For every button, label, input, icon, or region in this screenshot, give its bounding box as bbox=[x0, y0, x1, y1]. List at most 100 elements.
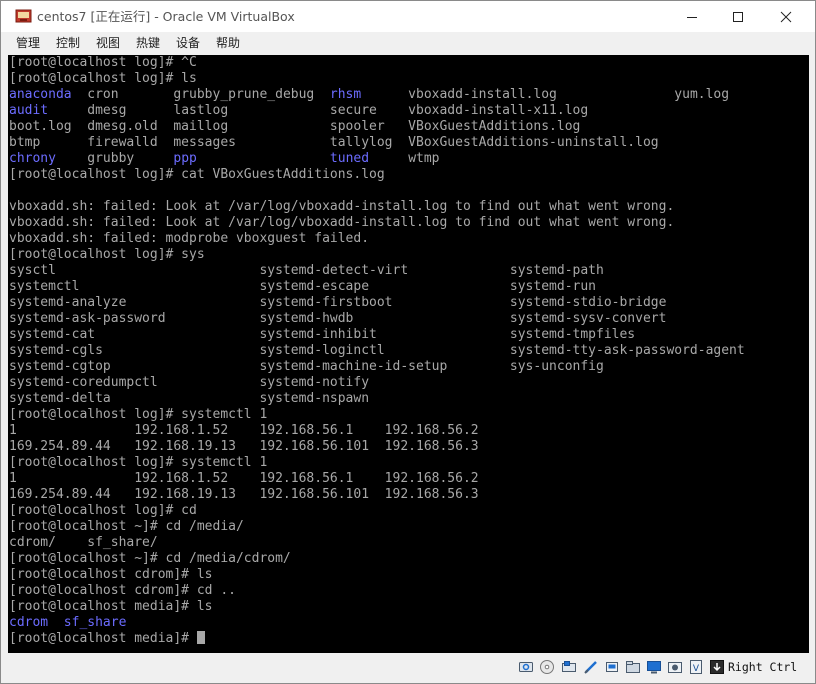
terminal-line: [root@localhost ~]# cd /media/cdrom/ bbox=[9, 551, 291, 567]
directory-name: rhsm bbox=[329, 87, 362, 102]
network-icon[interactable] bbox=[583, 659, 599, 675]
maximize-button[interactable] bbox=[715, 1, 761, 32]
terminal-text: systemd-analyze systemd-firstboot system… bbox=[9, 295, 667, 310]
terminal-text: sysctl systemd-detect-virt systemd-path bbox=[9, 263, 604, 278]
directory-name: anaconda bbox=[9, 87, 72, 102]
terminal-cursor bbox=[196, 631, 205, 644]
terminal-text: wtmp bbox=[369, 151, 440, 166]
terminal-text: 169.254.89.44 192.168.19.13 192.168.56.1… bbox=[9, 439, 479, 454]
terminal-text: [root@localhost log]# cd bbox=[9, 503, 197, 518]
terminal-line: [root@localhost ~]# cd /media/ bbox=[9, 519, 244, 535]
vm-console-terminal[interactable]: [root@localhost log]# ^C [root@localhost … bbox=[8, 55, 809, 653]
terminal-text: [root@localhost log]# cat VBoxGuestAddit… bbox=[9, 167, 385, 182]
optical-drive-icon[interactable] bbox=[539, 659, 555, 675]
directory-name: cdrom bbox=[9, 615, 49, 630]
terminal-text: systemd-ask-password systemd-hwdb system… bbox=[9, 311, 667, 326]
menu-control[interactable]: 控制 bbox=[56, 32, 80, 54]
menu-view[interactable]: 视图 bbox=[96, 32, 120, 54]
terminal-line: audit dmesg lastlog secure vboxadd-insta… bbox=[9, 103, 588, 119]
keyboard-icon[interactable] bbox=[709, 659, 725, 675]
terminal-line: [root@localhost media]# ls bbox=[9, 599, 213, 615]
terminal-line: btmp firewalld messages tallylog VBoxGue… bbox=[9, 135, 659, 151]
terminal-text: cron grubby_prune_debug bbox=[71, 87, 330, 102]
terminal-line: anaconda cron grubby_prune_debug rhsm vb… bbox=[9, 87, 729, 103]
terminal-line: [root@localhost log]# ^C bbox=[9, 55, 197, 71]
terminal-text: [root@localhost cdrom]# cd .. bbox=[9, 583, 236, 598]
host-key-label: Right Ctrl bbox=[728, 660, 798, 674]
terminal-text: vboxadd.sh: failed: Look at /var/log/vbo… bbox=[9, 199, 675, 214]
terminal-line: systemd-ask-password systemd-hwdb system… bbox=[9, 311, 666, 327]
terminal-line: [root@localhost cdrom]# cd .. bbox=[9, 583, 236, 599]
shared-folders-icon[interactable] bbox=[625, 659, 641, 675]
terminal-line: [root@localhost log]# ls bbox=[9, 71, 197, 87]
terminal-text: vboxadd-install.log yum.log bbox=[361, 87, 730, 102]
terminal-text: grubby bbox=[55, 151, 174, 166]
terminal-line: [root@localhost media]# bbox=[9, 631, 205, 647]
terminal-line: [root@localhost log]# cat VBoxGuestAddit… bbox=[9, 167, 385, 183]
terminal-text: vboxadd.sh: failed: modprobe vboxguest f… bbox=[9, 231, 370, 246]
terminal-line: systemd-cgtop systemd-machine-id-setup s… bbox=[9, 359, 604, 375]
minimize-icon bbox=[687, 16, 697, 18]
audio-icon[interactable] bbox=[561, 659, 577, 675]
terminal-line: [root@localhost log]# cd bbox=[9, 503, 197, 519]
terminal-text: boot.log dmesg.old maillog spooler VBoxG… bbox=[9, 119, 581, 134]
terminal-text: cdrom/ sf_share/ bbox=[9, 535, 158, 550]
recording-icon[interactable] bbox=[667, 659, 683, 675]
terminal-text: dmesg lastlog secure vboxadd-install-x11… bbox=[48, 103, 589, 118]
terminal-line: [root@localhost log]# systemctl 1 bbox=[9, 407, 267, 423]
terminal-text: vboxadd.sh: failed: Look at /var/log/vbo… bbox=[9, 215, 675, 230]
directory-name: tuned bbox=[329, 151, 370, 166]
directory-name: ppp bbox=[173, 151, 197, 166]
terminal-line: systemd-coredumpctl systemd-notify bbox=[9, 375, 369, 391]
terminal-line: cdrom sf_share bbox=[9, 615, 126, 631]
terminal-line: systemctl systemd-escape systemd-run bbox=[9, 279, 596, 295]
terminal-line: systemd-analyze systemd-firstboot system… bbox=[9, 295, 666, 311]
svg-text:V: V bbox=[693, 664, 700, 674]
terminal-line: 169.254.89.44 192.168.19.13 192.168.56.1… bbox=[9, 439, 479, 455]
terminal-line: cdrom/ sf_share/ bbox=[9, 535, 158, 551]
close-icon bbox=[780, 11, 792, 22]
close-button[interactable] bbox=[763, 1, 809, 32]
terminal-line: boot.log dmesg.old maillog spooler VBoxG… bbox=[9, 119, 580, 135]
terminal-text: systemd-cgls systemd-loginctl systemd-tt… bbox=[9, 343, 745, 358]
terminal-line: 1 192.168.1.52 192.168.56.1 192.168.56.2 bbox=[9, 423, 479, 439]
terminal-text: [root@localhost log]# systemctl 1 bbox=[9, 407, 268, 422]
terminal-text: systemd-delta systemd-nspawn bbox=[9, 391, 370, 406]
terminal-text: systemd-cgtop systemd-machine-id-setup s… bbox=[9, 359, 604, 374]
terminal-text: systemd-cat systemd-inhibit systemd-tmpf… bbox=[9, 327, 636, 342]
terminal-line: sysctl systemd-detect-virt systemd-path bbox=[9, 263, 604, 279]
usb-icon[interactable] bbox=[604, 659, 620, 675]
directory-name: audit bbox=[9, 103, 49, 118]
terminal-text: systemd-coredumpctl systemd-notify bbox=[9, 375, 370, 390]
capture-icon[interactable]: V bbox=[688, 659, 704, 675]
status-bar: V Right Ctrl bbox=[1, 654, 815, 683]
terminal-line: chrony grubby ppp tuned wtmp bbox=[9, 151, 440, 167]
terminal-text: systemctl systemd-escape systemd-run bbox=[9, 279, 596, 294]
virtualbox-app-icon bbox=[15, 9, 32, 23]
title-bar[interactable]: centos7 [正在运行] - Oracle VM VirtualBox bbox=[1, 1, 815, 32]
terminal-line: [root@localhost cdrom]# ls bbox=[9, 567, 213, 583]
hard-disk-icon[interactable] bbox=[518, 659, 534, 675]
menu-help[interactable]: 帮助 bbox=[216, 32, 240, 54]
terminal-line: systemd-delta systemd-nspawn bbox=[9, 391, 369, 407]
terminal-text: [root@localhost log]# ^C bbox=[9, 55, 197, 70]
terminal-text: [root@localhost media]# bbox=[9, 631, 197, 646]
maximize-icon bbox=[733, 11, 743, 22]
menu-devices[interactable]: 设备 bbox=[176, 32, 200, 54]
terminal-text: 1 192.168.1.52 192.168.56.1 192.168.56.2 bbox=[9, 471, 479, 486]
virtualbox-window: centos7 [正在运行] - Oracle VM VirtualBox 管理… bbox=[0, 0, 816, 684]
terminal-line: [root@localhost log]# systemctl 1 bbox=[9, 455, 267, 471]
terminal-text: [root@localhost log]# systemctl 1 bbox=[9, 455, 268, 470]
terminal-line: vboxadd.sh: failed: Look at /var/log/vbo… bbox=[9, 199, 674, 215]
terminal-line: 169.254.89.44 192.168.19.13 192.168.56.1… bbox=[9, 487, 479, 503]
minimize-button[interactable] bbox=[669, 1, 715, 32]
menu-manage[interactable]: 管理 bbox=[16, 32, 40, 54]
menu-bar: 管理 控制 视图 热键 设备 帮助 bbox=[1, 32, 815, 54]
terminal-line: 1 192.168.1.52 192.168.56.1 192.168.56.2 bbox=[9, 471, 479, 487]
terminal-line: [root@localhost log]# sys bbox=[9, 247, 205, 263]
display-icon[interactable] bbox=[646, 659, 662, 675]
directory-name: sf_share bbox=[63, 615, 127, 630]
menu-hotkeys[interactable]: 热键 bbox=[136, 32, 160, 54]
terminal-text: 169.254.89.44 192.168.19.13 192.168.56.1… bbox=[9, 487, 479, 502]
